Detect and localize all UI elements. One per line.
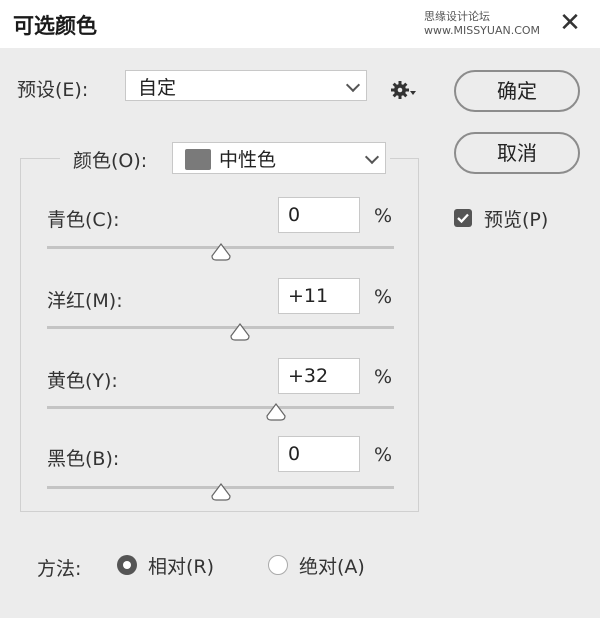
- cancel-button[interactable]: 取消: [454, 132, 580, 174]
- magenta-input[interactable]: +11: [278, 278, 360, 314]
- relative-radio[interactable]: [117, 555, 137, 575]
- black-percent: %: [374, 444, 393, 466]
- preset-value: 自定: [138, 77, 177, 99]
- chevron-down-icon: [364, 149, 380, 165]
- magenta-slider-track[interactable]: [47, 326, 394, 329]
- yellow-percent: %: [374, 366, 393, 388]
- black-input[interactable]: 0: [278, 436, 360, 472]
- magenta-percent: %: [374, 286, 393, 308]
- gear-icon[interactable]: [389, 78, 419, 102]
- close-button[interactable]: ✕: [556, 10, 584, 38]
- colors-label: 颜色(O):: [73, 150, 148, 172]
- colors-value: 中性色: [219, 149, 277, 171]
- preview-checkbox[interactable]: [454, 209, 472, 227]
- preset-select[interactable]: 自定: [125, 70, 367, 101]
- dialog-title: 可选颜色: [13, 14, 97, 38]
- yellow-input[interactable]: +32: [278, 358, 360, 394]
- checkmark-icon: [457, 213, 469, 224]
- cyan-input[interactable]: 0: [278, 197, 360, 233]
- yellow-slider-track[interactable]: [47, 406, 394, 409]
- colors-select[interactable]: 中性色: [172, 142, 386, 174]
- yellow-label: 黄色(Y):: [47, 370, 118, 392]
- preview-label: 预览(P): [484, 209, 549, 231]
- cyan-slider-thumb[interactable]: [210, 243, 232, 261]
- color-swatch: [185, 149, 211, 170]
- magenta-slider-thumb[interactable]: [229, 323, 251, 341]
- black-slider-thumb[interactable]: [210, 483, 232, 501]
- preset-label: 预设(E):: [17, 79, 89, 101]
- absolute-radio[interactable]: [268, 555, 288, 575]
- yellow-slider-thumb[interactable]: [265, 403, 287, 421]
- relative-label: 相对(R): [148, 556, 215, 578]
- close-icon: ✕: [559, 8, 581, 38]
- black-label: 黑色(B):: [47, 448, 120, 470]
- cyan-percent: %: [374, 205, 393, 227]
- method-label: 方法:: [37, 558, 82, 580]
- cyan-label: 青色(C):: [47, 209, 120, 231]
- chevron-down-icon: [345, 77, 361, 93]
- absolute-label: 绝对(A): [299, 556, 365, 578]
- ok-button[interactable]: 确定: [454, 70, 580, 112]
- title-bar: 可选颜色 思缘设计论坛 www.MISSYUAN.COM ✕: [0, 0, 600, 48]
- magenta-label: 洋红(M):: [47, 290, 123, 312]
